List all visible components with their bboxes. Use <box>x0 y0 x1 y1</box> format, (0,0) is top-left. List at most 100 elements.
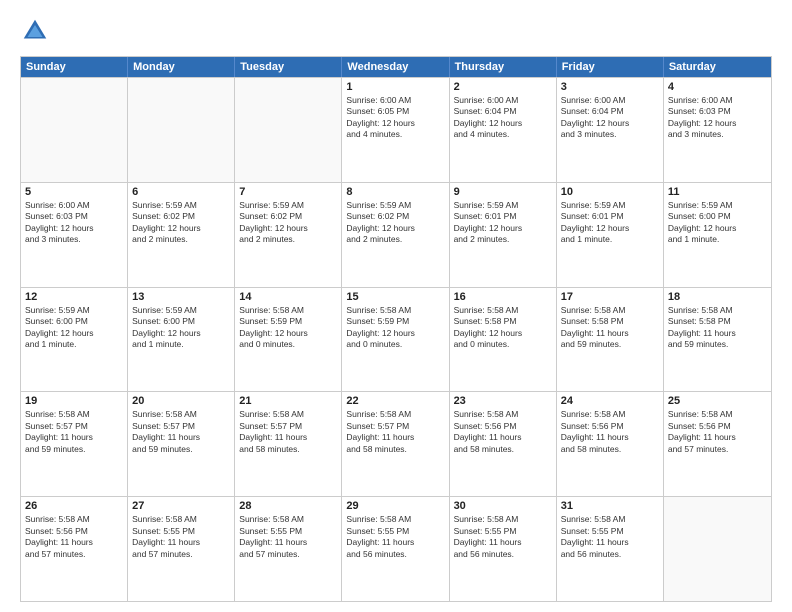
cal-cell-day-7: 7Sunrise: 5:59 AM Sunset: 6:02 PM Daylig… <box>235 183 342 287</box>
cell-day-number: 31 <box>561 500 659 512</box>
cal-cell-day-21: 21Sunrise: 5:58 AM Sunset: 5:57 PM Dayli… <box>235 392 342 496</box>
cell-day-number: 2 <box>454 81 552 93</box>
cell-info-text: Sunrise: 5:58 AM Sunset: 5:58 PM Dayligh… <box>668 305 767 351</box>
cell-day-number: 5 <box>25 186 123 198</box>
cal-cell-day-30: 30 Sunrise: 5:58 AM Sunset: 5:55 PM Dayli… <box>450 497 557 601</box>
cal-cell-day-12: 12 Sunrise: 5:59 AM Sunset: 6:00 PM Dayli… <box>21 288 128 392</box>
cal-cell-empty <box>235 78 342 182</box>
cell-day-number: 22 <box>346 395 444 407</box>
cal-cell-day-8: 8Sunrise: 5:59 AM Sunset: 6:02 PM Daylig… <box>342 183 449 287</box>
cell-info-text: Sunrise: 6:00 AM Sunset: 6:03 PM Dayligh… <box>25 200 123 246</box>
cell-day-number: 25 <box>668 395 767 407</box>
page: SundayMondayTuesdayWednesdayThursdayFrid… <box>0 0 792 612</box>
cal-cell-day-4: 4 Sunrise: 6:00 AM Sunset: 6:03 PM Daylig… <box>664 78 771 182</box>
calendar-row-0: 1 Sunrise: 6:00 AM Sunset: 6:05 PM Daylig… <box>21 77 771 182</box>
cell-info-text: Sunrise: 6:00 AM Sunset: 6:05 PM Dayligh… <box>346 95 444 141</box>
cal-cell-day-10: 10Sunrise: 5:59 AM Sunset: 6:01 PM Dayli… <box>557 183 664 287</box>
cal-cell-day-31: 31 Sunrise: 5:58 AM Sunset: 5:55 PM Dayli… <box>557 497 664 601</box>
cell-day-number: 3 <box>561 81 659 93</box>
cell-info-text: Sunrise: 5:59 AM Sunset: 6:02 PM Dayligh… <box>132 200 230 246</box>
cal-cell-day-19: 19 Sunrise: 5:58 AM Sunset: 5:57 PM Dayli… <box>21 392 128 496</box>
cell-info-text: Sunrise: 5:58 AM Sunset: 5:55 PM Dayligh… <box>454 514 552 560</box>
cell-info-text: Sunrise: 5:58 AM Sunset: 5:57 PM Dayligh… <box>132 409 230 455</box>
cal-cell-day-1: 1 Sunrise: 6:00 AM Sunset: 6:05 PM Daylig… <box>342 78 449 182</box>
cell-day-number: 29 <box>346 500 444 512</box>
cell-day-number: 28 <box>239 500 337 512</box>
cell-info-text: Sunrise: 5:58 AM Sunset: 5:55 PM Dayligh… <box>132 514 230 560</box>
cell-day-number: 27 <box>132 500 230 512</box>
cal-cell-day-2: 2 Sunrise: 6:00 AM Sunset: 6:04 PM Daylig… <box>450 78 557 182</box>
cal-cell-day-13: 13Sunrise: 5:59 AM Sunset: 6:00 PM Dayli… <box>128 288 235 392</box>
cell-info-text: Sunrise: 5:58 AM Sunset: 5:55 PM Dayligh… <box>346 514 444 560</box>
cell-day-number: 23 <box>454 395 552 407</box>
cal-cell-day-20: 20 Sunrise: 5:58 AM Sunset: 5:57 PM Dayli… <box>128 392 235 496</box>
cal-cell-day-11: 11Sunrise: 5:59 AM Sunset: 6:00 PM Dayli… <box>664 183 771 287</box>
cal-cell-day-16: 16 Sunrise: 5:58 AM Sunset: 5:58 PM Dayli… <box>450 288 557 392</box>
cal-cell-day-14: 14 Sunrise: 5:58 AM Sunset: 5:59 PM Dayli… <box>235 288 342 392</box>
cal-cell-day-6: 6 Sunrise: 5:59 AM Sunset: 6:02 PM Daylig… <box>128 183 235 287</box>
cell-day-number: 21 <box>239 395 337 407</box>
cell-day-number: 6 <box>132 186 230 198</box>
cell-info-text: Sunrise: 5:58 AM Sunset: 5:58 PM Dayligh… <box>454 305 552 351</box>
cal-cell-day-9: 9 Sunrise: 5:59 AM Sunset: 6:01 PM Daylig… <box>450 183 557 287</box>
cal-cell-day-17: 17 Sunrise: 5:58 AM Sunset: 5:58 PM Dayli… <box>557 288 664 392</box>
cell-day-number: 8 <box>346 186 444 198</box>
cell-info-text: Sunrise: 5:58 AM Sunset: 5:59 PM Dayligh… <box>346 305 444 351</box>
cell-day-number: 30 <box>454 500 552 512</box>
cell-info-text: Sunrise: 5:58 AM Sunset: 5:56 PM Dayligh… <box>561 409 659 455</box>
cell-info-text: Sunrise: 5:58 AM Sunset: 5:57 PM Dayligh… <box>25 409 123 455</box>
calendar: SundayMondayTuesdayWednesdayThursdayFrid… <box>20 56 772 602</box>
cell-day-number: 19 <box>25 395 123 407</box>
cal-cell-day-26: 26 Sunrise: 5:58 AM Sunset: 5:56 PM Dayli… <box>21 497 128 601</box>
cal-header-day-friday: Friday <box>557 57 664 77</box>
cal-cell-empty <box>128 78 235 182</box>
cell-info-text: Sunrise: 5:59 AM Sunset: 6:00 PM Dayligh… <box>132 305 230 351</box>
calendar-row-4: 26 Sunrise: 5:58 AM Sunset: 5:56 PM Dayli… <box>21 496 771 601</box>
cell-info-text: Sunrise: 5:58 AM Sunset: 5:59 PM Dayligh… <box>239 305 337 351</box>
cal-cell-day-28: 28Sunrise: 5:58 AM Sunset: 5:55 PM Dayli… <box>235 497 342 601</box>
cell-info-text: Sunrise: 5:58 AM Sunset: 5:55 PM Dayligh… <box>561 514 659 560</box>
cell-day-number: 20 <box>132 395 230 407</box>
cell-day-number: 17 <box>561 291 659 303</box>
cell-info-text: Sunrise: 6:00 AM Sunset: 6:03 PM Dayligh… <box>668 95 767 141</box>
cal-cell-day-27: 27 Sunrise: 5:58 AM Sunset: 5:55 PM Dayli… <box>128 497 235 601</box>
cell-day-number: 24 <box>561 395 659 407</box>
calendar-row-3: 19 Sunrise: 5:58 AM Sunset: 5:57 PM Dayli… <box>21 391 771 496</box>
cell-day-number: 1 <box>346 81 444 93</box>
calendar-row-2: 12 Sunrise: 5:59 AM Sunset: 6:00 PM Dayli… <box>21 287 771 392</box>
cal-header-day-thursday: Thursday <box>450 57 557 77</box>
cal-cell-day-23: 23 Sunrise: 5:58 AM Sunset: 5:56 PM Dayli… <box>450 392 557 496</box>
logo <box>20 16 54 46</box>
cell-info-text: Sunrise: 5:59 AM Sunset: 6:00 PM Dayligh… <box>25 305 123 351</box>
cell-day-number: 11 <box>668 186 767 198</box>
cell-info-text: Sunrise: 6:00 AM Sunset: 6:04 PM Dayligh… <box>561 95 659 141</box>
cell-day-number: 12 <box>25 291 123 303</box>
cal-cell-empty <box>664 497 771 601</box>
cell-info-text: Sunrise: 5:58 AM Sunset: 5:56 PM Dayligh… <box>668 409 767 455</box>
cell-info-text: Sunrise: 5:58 AM Sunset: 5:56 PM Dayligh… <box>454 409 552 455</box>
cal-cell-day-5: 5 Sunrise: 6:00 AM Sunset: 6:03 PM Daylig… <box>21 183 128 287</box>
cal-cell-empty <box>21 78 128 182</box>
cal-cell-day-25: 25 Sunrise: 5:58 AM Sunset: 5:56 PM Dayli… <box>664 392 771 496</box>
calendar-body: 1 Sunrise: 6:00 AM Sunset: 6:05 PM Daylig… <box>21 77 771 601</box>
cell-info-text: Sunrise: 5:59 AM Sunset: 6:01 PM Dayligh… <box>454 200 552 246</box>
cell-day-number: 26 <box>25 500 123 512</box>
cal-cell-day-18: 18 Sunrise: 5:58 AM Sunset: 5:58 PM Dayli… <box>664 288 771 392</box>
cell-info-text: Sunrise: 5:58 AM Sunset: 5:56 PM Dayligh… <box>25 514 123 560</box>
cell-info-text: Sunrise: 5:58 AM Sunset: 5:58 PM Dayligh… <box>561 305 659 351</box>
cell-day-number: 16 <box>454 291 552 303</box>
cell-info-text: Sunrise: 6:00 AM Sunset: 6:04 PM Dayligh… <box>454 95 552 141</box>
cell-day-number: 9 <box>454 186 552 198</box>
cell-day-number: 14 <box>239 291 337 303</box>
cal-cell-day-24: 24 Sunrise: 5:58 AM Sunset: 5:56 PM Dayli… <box>557 392 664 496</box>
cell-day-number: 15 <box>346 291 444 303</box>
cal-header-day-monday: Monday <box>128 57 235 77</box>
logo-icon <box>20 16 50 46</box>
cell-day-number: 18 <box>668 291 767 303</box>
cal-header-day-saturday: Saturday <box>664 57 771 77</box>
cal-cell-day-22: 22Sunrise: 5:58 AM Sunset: 5:57 PM Dayli… <box>342 392 449 496</box>
cell-day-number: 4 <box>668 81 767 93</box>
cell-info-text: Sunrise: 5:59 AM Sunset: 6:01 PM Dayligh… <box>561 200 659 246</box>
calendar-header: SundayMondayTuesdayWednesdayThursdayFrid… <box>21 57 771 77</box>
calendar-row-1: 5 Sunrise: 6:00 AM Sunset: 6:03 PM Daylig… <box>21 182 771 287</box>
